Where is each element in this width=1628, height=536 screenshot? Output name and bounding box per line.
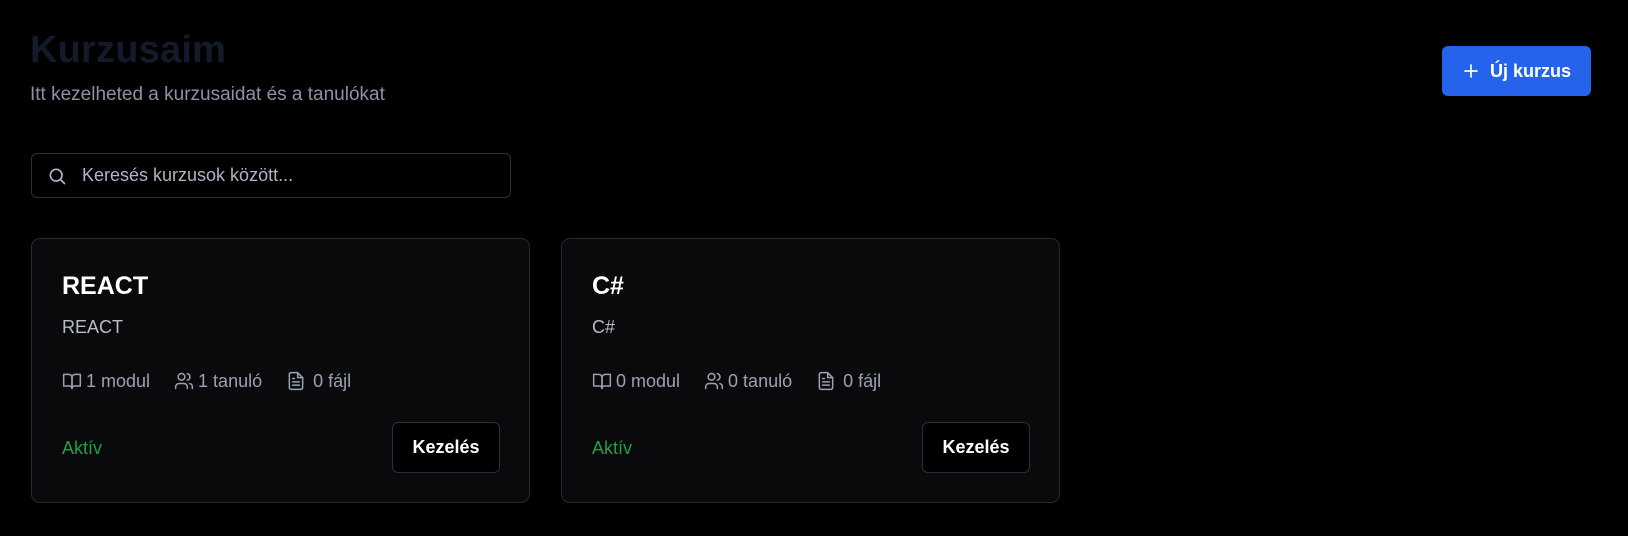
- course-title: C#: [592, 272, 624, 300]
- course-title: REACT: [62, 272, 149, 300]
- status-badge: Aktív: [62, 438, 103, 458]
- search-input[interactable]: [82, 154, 502, 197]
- file-text-icon: [818, 371, 834, 391]
- book-open-icon: [592, 373, 612, 390]
- files-count: 0 fájl: [313, 370, 352, 391]
- files-stat: 0 fájl: [286, 371, 351, 392]
- students-stat: 0 tanuló: [704, 371, 792, 392]
- plus-icon: [1464, 64, 1478, 78]
- manage-button[interactable]: Kezelés: [922, 422, 1030, 473]
- modules-stat: 1 modul: [62, 371, 150, 392]
- students-count: 1 tanuló: [198, 370, 263, 391]
- modules-stat: 0 modul: [592, 371, 680, 392]
- course-card: C# C# 0 modul 0 tanuló 0 fájl Aktív Keze…: [561, 238, 1060, 503]
- students-stat: 1 tanuló: [174, 371, 262, 392]
- course-card: REACT REACT 1 modul 1 tanuló 0 fájl Aktí…: [31, 238, 530, 503]
- new-course-button[interactable]: Új kurzus: [1442, 46, 1591, 96]
- course-description: C#: [592, 317, 616, 337]
- manage-button[interactable]: Kezelés: [392, 422, 500, 473]
- files-stat: 0 fájl: [816, 371, 881, 392]
- file-text-icon: [288, 371, 304, 391]
- files-count: 0 fájl: [843, 370, 882, 391]
- search-box: [31, 153, 511, 198]
- course-stats: 1 modul 1 tanuló 0 fájl: [62, 369, 375, 393]
- students-count: 0 tanuló: [728, 370, 793, 391]
- courses-page: Kurzusaim Itt kezelheted a kurzusaidat é…: [0, 0, 1628, 536]
- status-badge: Aktív: [592, 438, 633, 458]
- course-description: REACT: [62, 317, 124, 337]
- modules-count: 1 modul: [86, 370, 151, 391]
- search-icon: [49, 168, 66, 185]
- users-icon: [174, 372, 194, 390]
- book-open-icon: [62, 373, 82, 390]
- new-course-label: Új kurzus: [1489, 60, 1572, 81]
- modules-count: 0 modul: [616, 370, 681, 391]
- course-stats: 0 modul 0 tanuló 0 fájl: [592, 369, 905, 393]
- page-title: Kurzusaim: [30, 29, 227, 71]
- users-icon: [704, 372, 724, 390]
- page-subtitle: Itt kezelheted a kurzusaidat és a tanuló…: [30, 84, 385, 105]
